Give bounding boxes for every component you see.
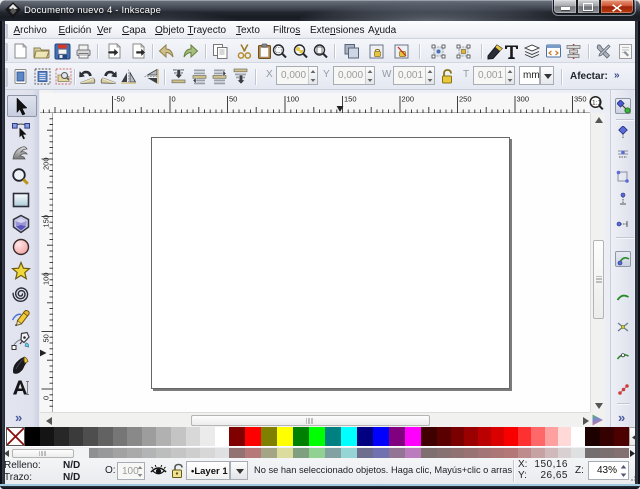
svg-text:350: 350 (574, 95, 587, 104)
svg-text:50: 50 (42, 334, 51, 342)
svg-text:50: 50 (229, 95, 237, 104)
svg-text:150: 150 (42, 215, 51, 228)
svg-text:-50: -50 (114, 95, 125, 104)
svg-text:0: 0 (172, 95, 176, 104)
svg-text:250: 250 (459, 95, 472, 104)
svg-text:200: 200 (402, 95, 415, 104)
svg-text:150: 150 (344, 95, 357, 104)
svg-text:300: 300 (517, 95, 530, 104)
svg-text:200: 200 (42, 157, 51, 170)
svg-text:100: 100 (42, 272, 51, 285)
svg-text:100: 100 (287, 95, 300, 104)
svg-text:0: 0 (42, 396, 51, 400)
svg-text:1:1: 1:1 (592, 100, 601, 107)
